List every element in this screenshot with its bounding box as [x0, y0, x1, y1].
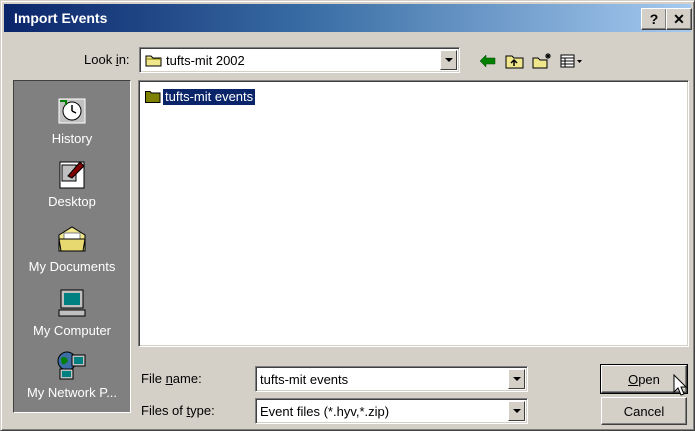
file-item-name: tufts-mit events	[161, 88, 257, 106]
import-events-dialog: Import Events ? ✕ Look in: tufts-mit 200…	[0, 0, 695, 431]
file-name-input[interactable]: tufts-mit events	[260, 372, 348, 387]
my-documents-icon	[58, 226, 86, 252]
file-type-combo[interactable]: Event files (*.hyv,*.zip)	[255, 398, 528, 424]
file-type-label: Files of type:	[141, 403, 215, 418]
place-my-computer[interactable]: My Computer	[14, 287, 130, 338]
cancel-button[interactable]: Cancel	[601, 397, 687, 425]
places-bar: History Desktop My Documents My Computer…	[13, 80, 131, 413]
desktop-icon	[59, 161, 85, 189]
file-type-dropdown-button[interactable]	[508, 401, 525, 421]
look-in-combo[interactable]: tufts-mit 2002	[139, 47, 460, 73]
help-button[interactable]: ?	[641, 8, 667, 30]
folder-icon	[145, 91, 161, 103]
look-in-dropdown-button[interactable]	[440, 50, 457, 70]
title-bar[interactable]: Import Events ? ✕	[4, 4, 692, 32]
file-type-value: Event files (*.hyv,*.zip)	[260, 404, 390, 419]
file-name-combo[interactable]: tufts-mit events	[255, 366, 528, 392]
file-list[interactable]: tufts-mit events	[138, 80, 689, 347]
network-places-icon	[57, 351, 86, 380]
look-in-value: tufts-mit 2002	[166, 53, 245, 68]
back-arrow-icon[interactable]	[477, 52, 499, 70]
folder-icon	[145, 55, 162, 67]
place-history[interactable]: History	[14, 95, 130, 146]
place-desktop[interactable]: Desktop	[14, 158, 130, 209]
new-folder-icon[interactable]	[531, 52, 553, 70]
file-name-dropdown-button[interactable]	[508, 369, 525, 389]
close-button[interactable]: ✕	[666, 8, 692, 30]
file-name-label: File name:	[141, 371, 202, 386]
up-folder-icon[interactable]	[504, 52, 526, 70]
look-in-label: Look in:	[84, 52, 130, 67]
history-icon	[58, 98, 86, 124]
dialog-title: Import Events	[14, 10, 108, 26]
place-network-places[interactable]: My Network P...	[14, 349, 130, 400]
mouse-cursor-icon	[673, 374, 688, 396]
view-menu-icon[interactable]	[559, 52, 585, 70]
place-my-documents[interactable]: My Documents	[14, 223, 130, 274]
my-computer-icon	[58, 289, 86, 317]
